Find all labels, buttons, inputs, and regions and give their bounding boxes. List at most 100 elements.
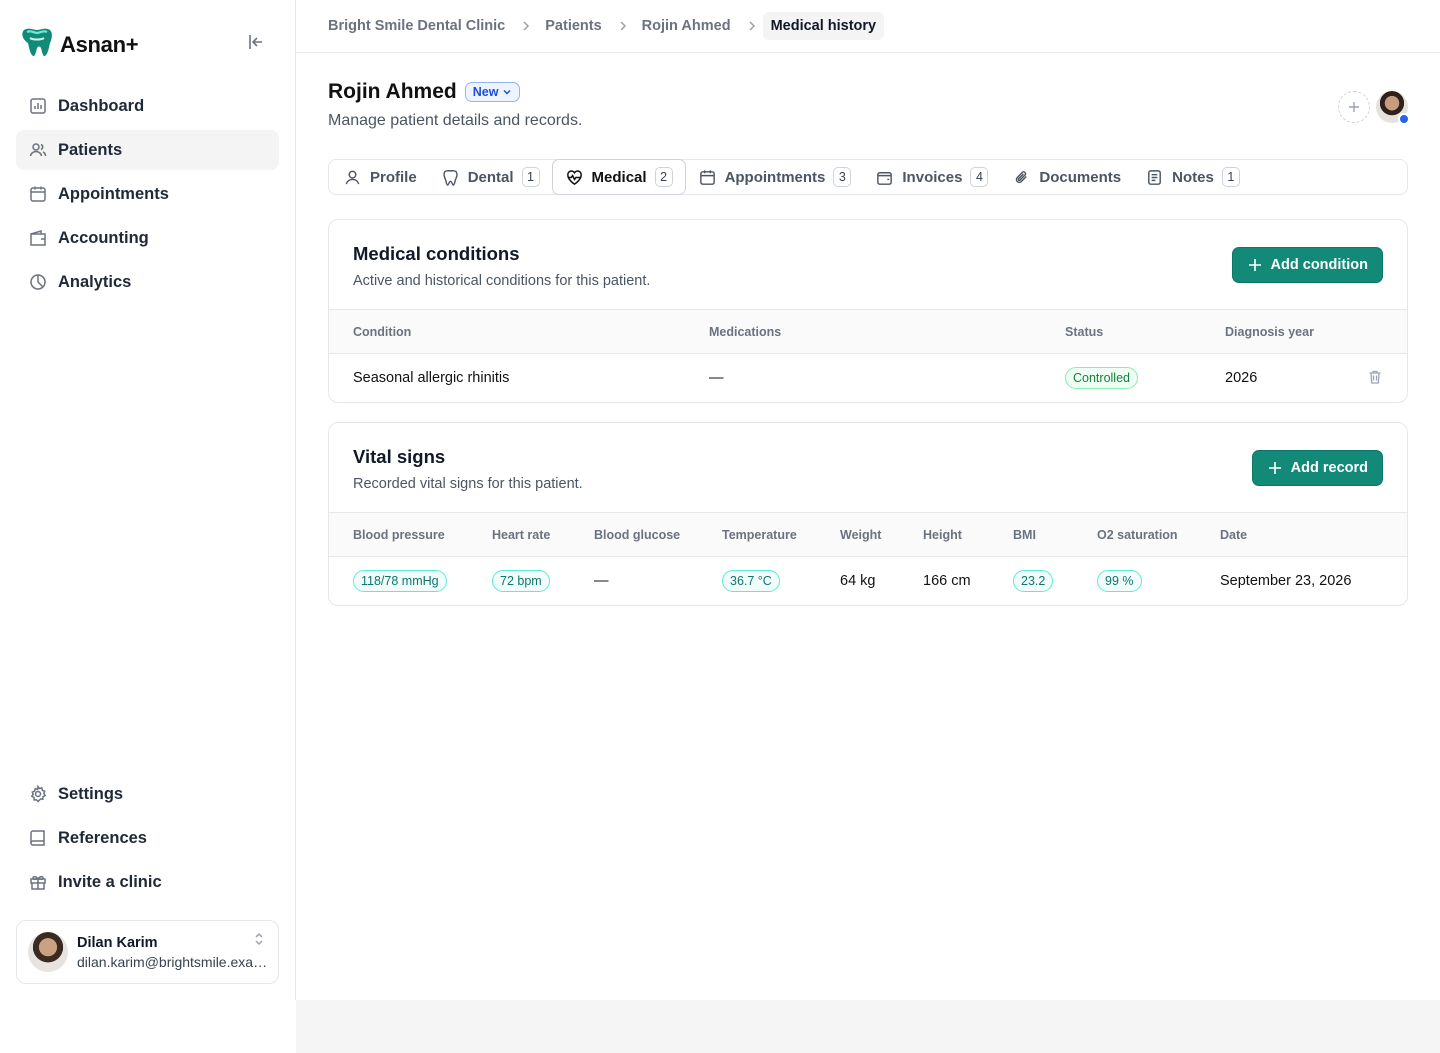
breadcrumb: Bright Smile Dental Clinic Patients Roji… xyxy=(296,0,1440,53)
tab-label: Documents xyxy=(1039,168,1122,186)
sidebar-item-label: Analytics xyxy=(58,272,132,291)
heart-pulse-icon xyxy=(566,169,582,185)
table-header: Condition Medications Status Diagnosis y… xyxy=(329,310,1407,354)
weight: 64 kg xyxy=(840,573,876,589)
section-title: Medical conditions xyxy=(353,243,520,264)
sidebar-item-references[interactable]: References xyxy=(16,818,279,858)
patient-header: Rojin Ahmed New Manage patient details a… xyxy=(328,80,582,130)
height: 166 cm xyxy=(923,573,971,589)
gear-icon xyxy=(30,784,47,803)
sidebar-item-accounting[interactable]: Accounting xyxy=(16,218,279,258)
sidebar-item-label: Appointments xyxy=(58,184,169,203)
vital-signs-card: Vital signs Recorded vital signs for thi… xyxy=(328,422,1408,606)
sidebar-item-invite[interactable]: Invite a clinic xyxy=(16,862,279,902)
chevrons-up-down-icon xyxy=(252,931,266,952)
column-header: Temperature xyxy=(722,528,797,542)
tab-label: Notes xyxy=(1172,168,1214,186)
dashboard-icon xyxy=(30,98,46,114)
calendar-icon xyxy=(699,169,715,185)
tooth-icon xyxy=(442,169,458,186)
page-title: Rojin Ahmed xyxy=(328,80,457,103)
chevron-right-icon xyxy=(618,21,628,31)
sidebar: Asnan+ Dashboard Patients Appointments A… xyxy=(0,0,296,1000)
status-badge[interactable]: New xyxy=(464,82,521,102)
table-row[interactable]: Seasonal allergic rhinitis — Controlled … xyxy=(329,354,1407,402)
tab-invoices[interactable]: Invoices 4 xyxy=(863,160,1000,194)
user-icon xyxy=(345,170,360,184)
column-header: Blood glucose xyxy=(594,528,681,542)
column-header: Height xyxy=(923,528,962,542)
tab-count: 1 xyxy=(521,167,540,187)
diagnosis-year: 2026 xyxy=(1225,370,1258,386)
section-subtitle: Recorded vital signs for this patient. xyxy=(353,476,583,492)
status-badge: Controlled xyxy=(1065,367,1138,389)
main-content: Bright Smile Dental Clinic Patients Roji… xyxy=(296,0,1440,1000)
secondary-nav: Settings References Invite a clinic xyxy=(16,774,279,906)
column-header: Diagnosis year xyxy=(1225,325,1314,339)
breadcrumb-clinic[interactable]: Bright Smile Dental Clinic xyxy=(328,18,505,34)
column-header: Status xyxy=(1065,325,1104,339)
record-date: September 23, 2026 xyxy=(1220,573,1352,589)
button-label: Add record xyxy=(1290,460,1368,476)
column-header: Medications xyxy=(709,325,782,339)
button-label: Add condition xyxy=(1270,257,1368,273)
blood-glucose: — xyxy=(594,573,609,589)
column-header: Condition xyxy=(353,325,412,339)
column-header: Date xyxy=(1220,528,1248,542)
tab-dental[interactable]: Dental 1 xyxy=(429,160,552,194)
breadcrumb-patients[interactable]: Patients xyxy=(545,18,601,34)
add-condition-button[interactable]: Add condition xyxy=(1231,247,1383,283)
tab-label: Invoices xyxy=(902,168,963,186)
section-subtitle: Active and historical conditions for thi… xyxy=(353,273,651,289)
collapse-left-icon xyxy=(249,35,262,49)
sidebar-item-label: References xyxy=(58,828,147,847)
plus-icon xyxy=(1268,462,1281,474)
section-title: Vital signs xyxy=(353,446,446,467)
tab-medical[interactable]: Medical 2 xyxy=(551,159,686,195)
column-header: Heart rate xyxy=(492,528,551,542)
tab-label: Appointments xyxy=(724,168,826,186)
plus-icon xyxy=(1248,259,1261,271)
collapse-sidebar-button[interactable] xyxy=(244,30,268,54)
sidebar-item-settings[interactable]: Settings xyxy=(16,774,279,814)
tab-count: 4 xyxy=(970,167,989,187)
page-bottom-space xyxy=(296,1000,1440,1053)
assignee-avatar[interactable] xyxy=(1376,91,1410,125)
tab-notes[interactable]: Notes 1 xyxy=(1133,160,1252,194)
user-menu[interactable]: Dilan Karim dilan.karim@brightsmile.exam… xyxy=(16,920,279,984)
sidebar-item-appointments[interactable]: Appointments xyxy=(16,174,279,214)
tab-appointments[interactable]: Appointments 3 xyxy=(686,160,864,194)
page-subtitle: Manage patient details and records. xyxy=(328,112,583,129)
column-header: O2 saturation xyxy=(1097,528,1178,542)
app-name: Asnan+ xyxy=(60,31,139,57)
chevron-right-icon xyxy=(747,21,757,31)
user-name: Dilan Karim xyxy=(77,934,158,951)
tab-profile[interactable]: Profile xyxy=(331,160,429,194)
sidebar-item-patients[interactable]: Patients xyxy=(16,130,279,170)
medical-conditions-card: Medical conditions Active and historical… xyxy=(328,219,1408,403)
header-actions xyxy=(1338,91,1410,125)
pie-chart-icon xyxy=(30,274,46,290)
table-header: Blood pressure Heart rate Blood glucose … xyxy=(329,513,1407,557)
app-logo[interactable]: Asnan+ xyxy=(20,26,139,63)
sidebar-item-analytics[interactable]: Analytics xyxy=(16,262,279,302)
table-row[interactable]: 118/78 mmHg 72 bpm — 36.7 °C 64 kg 166 c… xyxy=(329,557,1407,605)
bmi-badge: 23.2 xyxy=(1013,570,1054,592)
main-nav: Dashboard Patients Appointments Accounti… xyxy=(16,86,279,306)
heart-rate-badge: 72 bpm xyxy=(492,570,550,592)
tab-documents[interactable]: Documents xyxy=(1000,160,1133,194)
sidebar-item-dashboard[interactable]: Dashboard xyxy=(16,86,279,126)
trash-icon[interactable] xyxy=(1367,369,1383,390)
column-header: Blood pressure xyxy=(353,528,445,542)
sidebar-item-label: Settings xyxy=(58,784,124,803)
breadcrumb-patient[interactable]: Rojin Ahmed xyxy=(642,18,731,34)
users-icon xyxy=(29,143,47,157)
paperclip-icon xyxy=(1016,170,1028,183)
add-record-button[interactable]: Add record xyxy=(1251,450,1383,486)
gift-icon xyxy=(30,875,46,890)
calendar-icon xyxy=(30,186,46,202)
tab-count: 3 xyxy=(833,167,852,187)
chevron-right-icon xyxy=(521,21,531,31)
tab-count: 1 xyxy=(1221,167,1240,187)
add-assignee-button[interactable] xyxy=(1338,91,1370,123)
